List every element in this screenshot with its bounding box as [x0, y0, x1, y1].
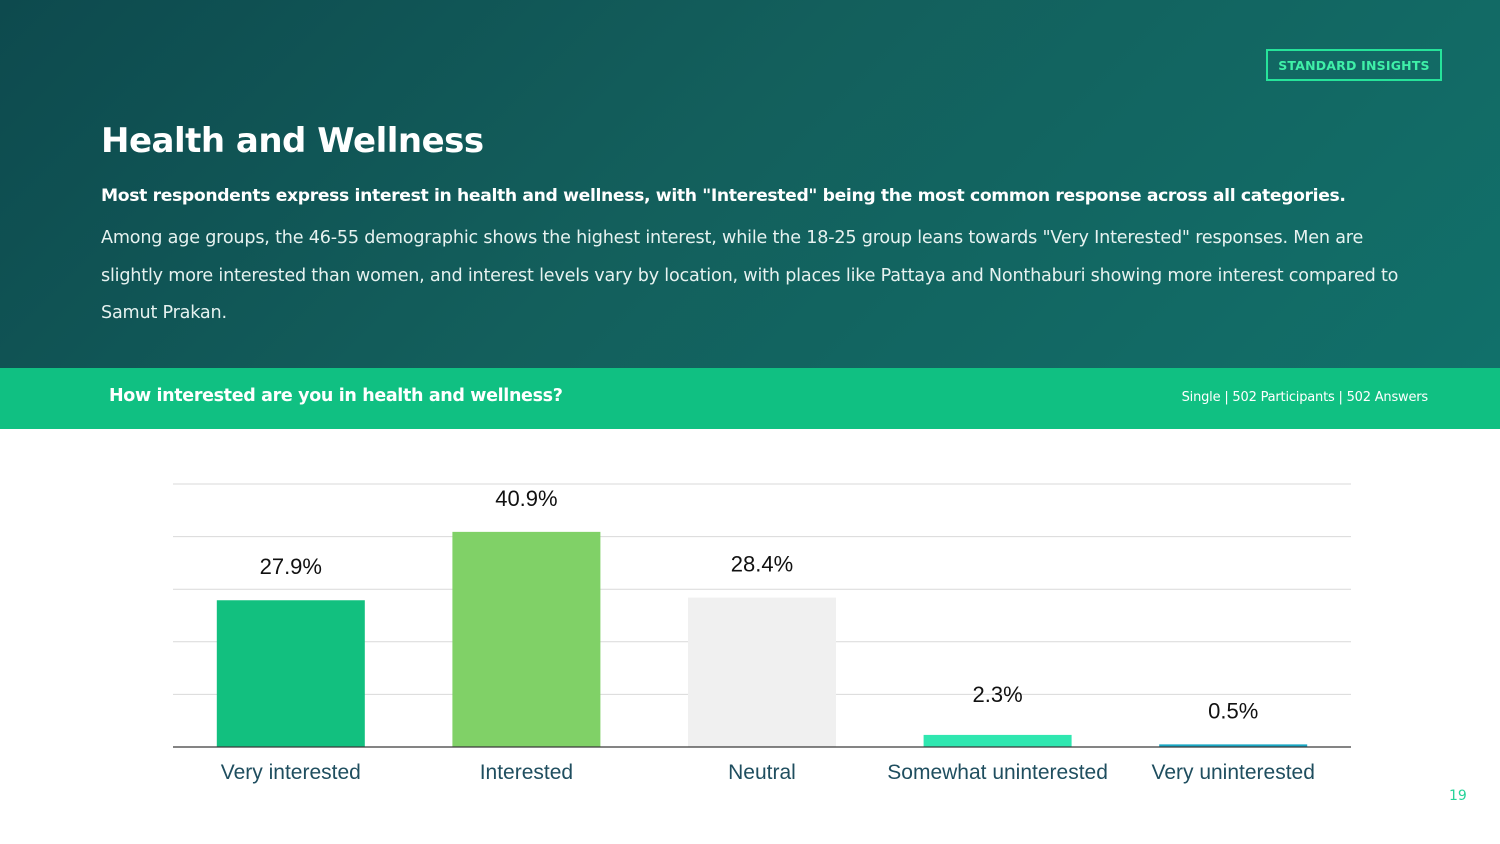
category-label: Very interested: [221, 761, 361, 784]
bar-interested: [452, 531, 601, 747]
data-label: 27.9%: [260, 554, 322, 579]
bar-neutral: [688, 597, 836, 747]
data-label: 28.4%: [731, 552, 793, 577]
question-text: How interested are you in health and wel…: [109, 386, 563, 406]
data-label: 40.9%: [495, 486, 557, 511]
category-label: Somewhat uninterested: [887, 761, 1108, 784]
summary-lead: Most respondents express interest in hea…: [101, 186, 1346, 206]
bar-somewhat-uninterested: [923, 734, 1072, 747]
standard-insights-badge: STANDARD INSIGHTS: [1266, 49, 1442, 81]
bar-very-interested: [216, 600, 365, 747]
page-title: Health and Wellness: [101, 121, 484, 161]
category-label: Very uninterested: [1151, 761, 1314, 784]
summary-body: Among age groups, the 46-55 demographic …: [101, 228, 1399, 323]
data-label: 0.5%: [1208, 698, 1258, 723]
page-number: 19: [1449, 788, 1467, 804]
category-label: Neutral: [728, 761, 796, 784]
data-label: 2.3%: [973, 682, 1023, 707]
category-label: Interested: [480, 761, 573, 784]
question-meta: Single | 502 Participants | 502 Answers: [1181, 390, 1429, 405]
bar-chart: 27.9% Very interested 40.9% Interested 28.4%…: [173, 483, 1351, 784]
